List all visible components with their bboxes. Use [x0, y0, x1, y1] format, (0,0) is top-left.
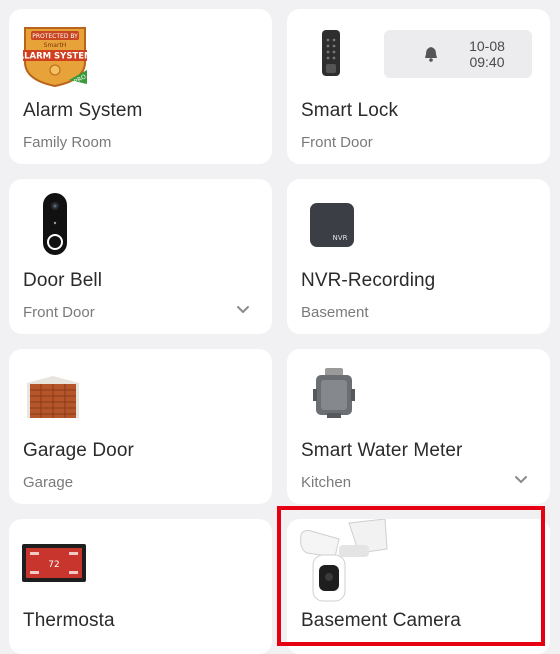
badge-main-text: ALARM SYSTEM — [21, 52, 89, 62]
smart-lock-icon — [321, 29, 341, 79]
device-name: Smart Water Meter — [301, 440, 463, 461]
device-name: NVR-Recording — [301, 270, 436, 291]
device-name: Door Bell — [23, 270, 103, 291]
doorbell-icon — [42, 192, 68, 256]
device-card-garage-door[interactable]: Garage Door Garage — [9, 349, 272, 504]
device-location: Kitchen — [301, 474, 352, 491]
bell-icon — [425, 47, 437, 62]
last-activity-notice: 10-08 09:40 — [384, 30, 532, 78]
device-card-basement-camera[interactable]: Basement Camera — [287, 518, 550, 654]
badge-brand-text: SmartH — [44, 42, 67, 49]
garage-door-icon — [25, 375, 81, 419]
device-card-alarm-system[interactable]: PROTECTED BY SmartH ALARM SYSTEM PRO Ala… — [9, 9, 272, 164]
device-location: Front Door — [301, 134, 373, 151]
thermostat-icon: 72 — [21, 543, 87, 583]
notice-time: 09:40 — [469, 54, 505, 70]
device-card-nvr-recording[interactable]: NVR NVR-Recording Basement — [287, 179, 550, 334]
alarm-system-badge-icon: PROTECTED BY SmartH ALARM SYSTEM PRO — [18, 22, 93, 88]
device-location: Basement — [301, 304, 369, 321]
device-name: Basement Camera — [301, 610, 461, 631]
device-name: Alarm System — [23, 100, 143, 121]
badge-top-text: PROTECTED BY — [32, 33, 78, 40]
device-name: Garage Door — [23, 440, 134, 461]
thermostat-temp-label: 72 — [48, 560, 59, 570]
chevron-down-icon[interactable] — [514, 475, 528, 485]
device-name: Smart Lock — [301, 100, 399, 121]
device-location: Garage — [23, 474, 74, 491]
nvr-icon: NVR — [309, 202, 355, 248]
chevron-down-icon[interactable] — [236, 305, 250, 315]
water-meter-icon — [313, 367, 355, 419]
device-card-door-bell[interactable]: Door Bell Front Door — [9, 179, 272, 334]
device-location: Front Door — [23, 304, 95, 321]
device-card-smart-water-meter[interactable]: Smart Water Meter Kitchen — [287, 349, 550, 504]
nvr-icon-label: NVR — [333, 234, 348, 242]
device-card-thermostat[interactable]: 72 Thermosta — [9, 519, 272, 654]
device-card-smart-lock[interactable]: 10-08 09:40 Smart Lock Front Door — [287, 9, 550, 164]
floodlight-camera-icon — [299, 518, 391, 607]
notice-date: 10-08 — [469, 38, 505, 54]
device-name: Thermosta — [23, 610, 115, 631]
notice-timestamp: 10-08 09:40 — [452, 38, 522, 70]
device-location: Family Room — [23, 134, 112, 151]
